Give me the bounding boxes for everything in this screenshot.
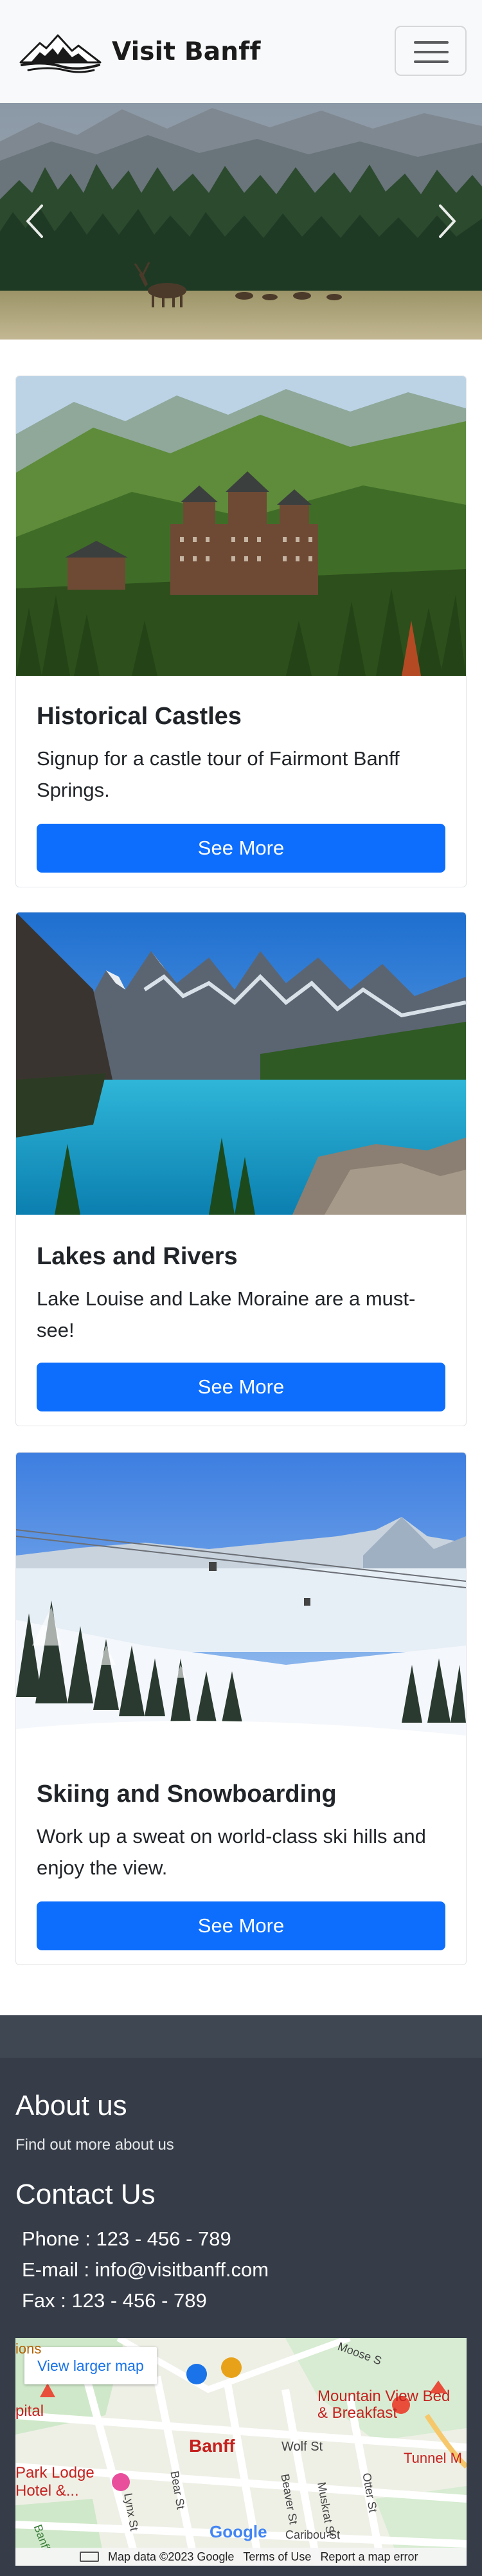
map-attribution: Map data ©2023 Google <box>108 2550 235 2563</box>
map-label-hotel: Mountain View Bed & Breakfast <box>317 2388 451 2422</box>
map-label-tunnel: Tunnel M <box>404 2450 462 2466</box>
view-larger-map-link[interactable]: View larger map <box>24 2347 157 2384</box>
mountain-logo-icon <box>19 34 102 73</box>
chevron-left-icon <box>26 204 43 238</box>
card-text: Lake Louise and Lake Moraine are a must-… <box>37 1287 416 1341</box>
brand-link[interactable]: Visit Banff <box>18 26 261 77</box>
elk-meadow-image <box>0 103 482 340</box>
lake-image <box>16 912 466 1215</box>
map-label-wolf: Wolf St <box>281 2440 323 2454</box>
footer-top-band <box>0 2015 482 2058</box>
castle-image <box>16 376 466 676</box>
carousel-prev-button[interactable] <box>0 103 71 340</box>
see-more-button[interactable]: See More <box>37 1363 445 1411</box>
see-more-button[interactable]: See More <box>37 1901 445 1950</box>
menu-toggle-button[interactable] <box>395 26 467 76</box>
phone-text: Phone : 123 - 456 - 789 <box>22 2227 231 2250</box>
card-text: Signup for a castle tour of Fairmont Ban… <box>37 747 400 801</box>
about-link[interactable]: Find out more about us <box>15 2136 174 2154</box>
map-label-town: Banff <box>189 2436 235 2456</box>
keyboard-icon[interactable] <box>80 2552 99 2562</box>
see-more-button[interactable]: See More <box>37 824 445 873</box>
card-title: Lakes and Rivers <box>37 1243 238 1270</box>
card-title: Historical Castles <box>37 703 242 730</box>
chevron-right-icon <box>439 204 456 238</box>
map-attribution-bar: Map data ©2023 Google Terms of Use Repor… <box>15 2548 467 2566</box>
navbar: Visit Banff <box>0 0 482 103</box>
terms-link[interactable]: Terms of Use <box>243 2550 311 2564</box>
google-logo: Google <box>210 2522 267 2541</box>
map-label-capital: pital <box>15 2402 44 2420</box>
card-historical-castles: Historical Castles Signup for a castle t… <box>15 376 467 887</box>
map-label-ions: ions <box>15 2341 42 2357</box>
google-map[interactable]: View larger map Banff Mountain View Bed … <box>15 2338 467 2566</box>
card-title: Skiing and Snowboarding <box>37 1781 337 1808</box>
contact-heading: Contact Us <box>15 2179 156 2210</box>
ski-hill-image <box>16 1453 466 1752</box>
card-lakes-rivers: Lakes and Rivers Lake Louise and Lake Mo… <box>15 912 467 1426</box>
card-skiing-snowboarding: Skiing and Snowboarding Work up a sweat … <box>15 1452 467 1965</box>
report-error-link[interactable]: Report a map error <box>320 2550 418 2564</box>
email-text: E-mail : info@visitbanff.com <box>22 2258 269 2281</box>
carousel-next-button[interactable] <box>411 103 482 340</box>
hero-carousel <box>0 103 482 340</box>
fax-text: Fax : 123 - 456 - 789 <box>22 2289 207 2312</box>
card-text: Work up a sweat on world-class ski hills… <box>37 1825 426 1879</box>
brand-title: Visit Banff <box>112 37 261 66</box>
map-label-lodge: Park Lodge Hotel &... <box>15 2464 94 2499</box>
about-heading: About us <box>15 2090 127 2121</box>
